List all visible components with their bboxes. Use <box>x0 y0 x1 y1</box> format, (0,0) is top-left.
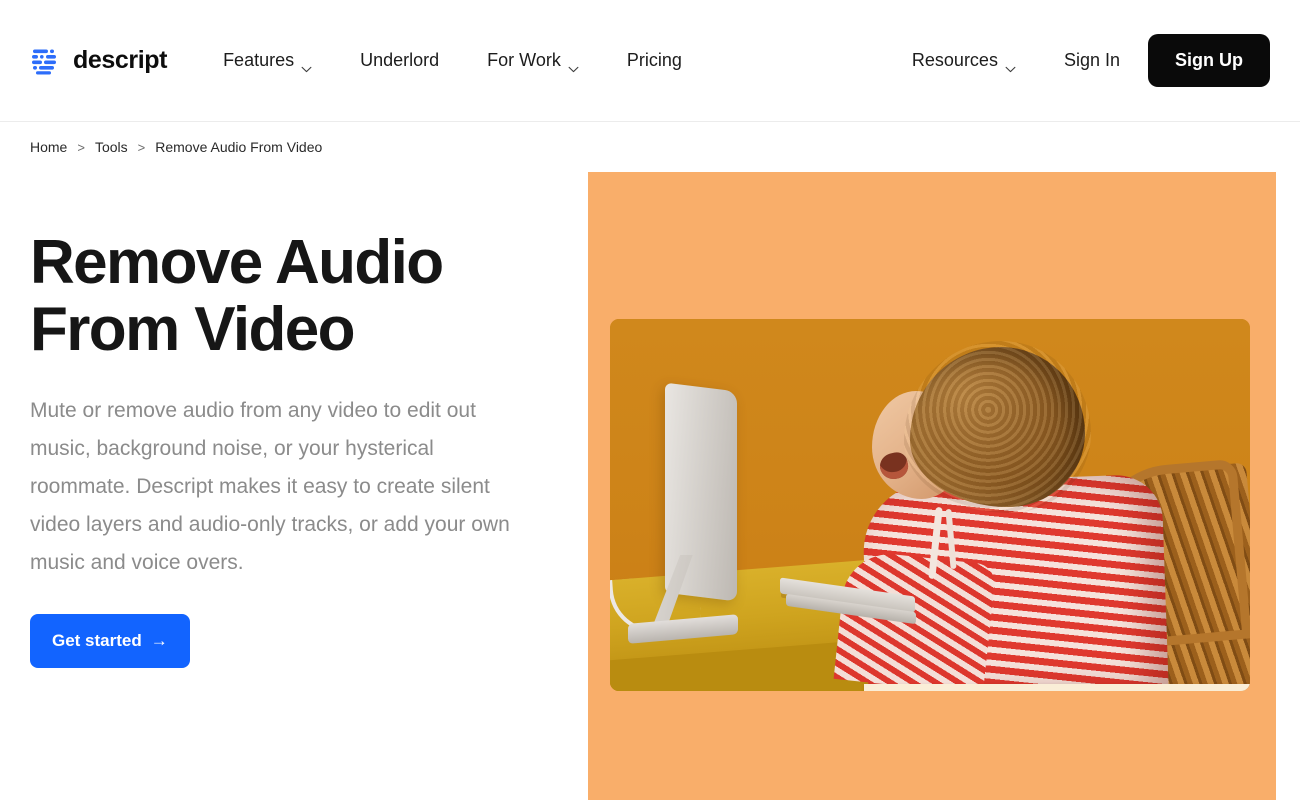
sign-in-link[interactable]: Sign In <box>1040 40 1148 81</box>
arrow-right-icon: → <box>150 630 168 650</box>
site-header: descript Features Underlord For Work Pri… <box>0 0 1300 122</box>
hero-media-panel: The thing I love aboutsurfingis that <box>588 172 1276 800</box>
breadcrumb-separator: > <box>77 139 85 155</box>
breadcrumb: Home > Tools > Remove Audio From Video <box>0 122 1300 172</box>
nav-label: Features <box>223 50 295 70</box>
page-title-line-2: From Video <box>30 294 356 364</box>
descript-logo-icon <box>30 46 60 76</box>
primary-nav: Features Underlord For Work Pricing <box>199 40 706 81</box>
chevron-down-icon <box>301 57 312 73</box>
get-started-label: Get started <box>52 630 142 650</box>
nav-label: Pricing <box>626 50 682 70</box>
person-hair <box>904 341 1091 513</box>
transcript-caption-bar[interactable]: The thing I love aboutsurfingis that <box>864 684 1250 691</box>
nav-item-underlord[interactable]: Underlord <box>336 40 463 81</box>
brand-name: descript <box>73 46 168 74</box>
sign-up-button[interactable]: Sign Up <box>1148 34 1270 87</box>
breadcrumb-item-tools[interactable]: Tools <box>95 139 128 155</box>
chevron-down-icon <box>568 57 579 73</box>
secondary-nav: Resources Sign In Sign Up <box>888 34 1270 87</box>
hero-subtitle: Mute or remove audio from any video to e… <box>30 398 510 574</box>
breadcrumb-separator: > <box>137 139 146 155</box>
nav-label: Underlord <box>360 50 440 70</box>
breadcrumb-item-current: Remove Audio From Video <box>155 139 323 155</box>
nav-label: Sign In <box>1063 50 1120 70</box>
nav-label: For Work <box>487 50 561 70</box>
brand-logo-link[interactable]: descript <box>30 46 167 76</box>
get-started-button[interactable]: Get started → <box>30 613 190 668</box>
breadcrumb-item-home[interactable]: Home <box>30 139 67 155</box>
page-title-line-1: Remove Audio <box>30 228 444 297</box>
nav-item-resources[interactable]: Resources <box>888 40 1040 81</box>
nav-item-pricing[interactable]: Pricing <box>603 40 706 81</box>
caption-highlighted-word[interactable]: surfing <box>1047 690 1110 691</box>
nav-item-for-work[interactable]: For Work <box>463 40 603 81</box>
hero-copy: Remove Audio From Video Mute or remove a… <box>0 172 588 800</box>
nav-label: Resources <box>911 50 998 70</box>
chevron-down-icon <box>1005 57 1016 73</box>
hero-photo: The thing I love aboutsurfingis that <box>610 319 1250 691</box>
hero-section: Remove Audio From Video Mute or remove a… <box>0 172 1300 800</box>
nav-item-features[interactable]: Features <box>199 40 336 81</box>
page-title: Remove Audio From Video <box>30 228 510 364</box>
